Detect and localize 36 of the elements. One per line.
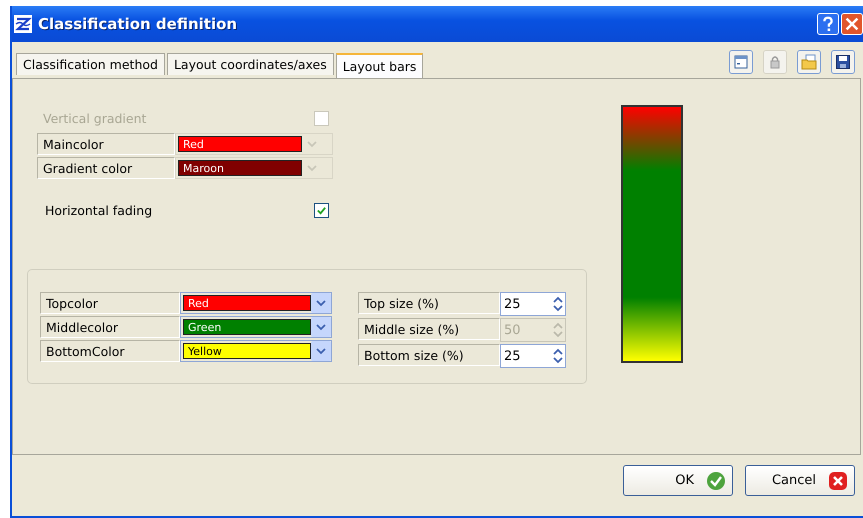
spin-arrows-icon[interactable] (553, 296, 563, 312)
check-icon (316, 204, 327, 216)
property-label: Maincolor (37, 133, 175, 155)
color-dropdown[interactable]: Green (180, 316, 332, 338)
close-icon (828, 470, 848, 490)
color-swatch: Yellow (183, 343, 311, 359)
save-icon[interactable] (831, 50, 855, 74)
window-icon[interactable] (729, 50, 753, 74)
app-icon (14, 15, 32, 33)
color-dropdown[interactable]: Yellow (180, 340, 332, 362)
checkbox-label: Horizontal fading (45, 202, 152, 218)
tab[interactable]: Layout bars (336, 53, 424, 78)
color-swatch: Green (183, 319, 311, 335)
property-label: Topcolor (40, 292, 180, 314)
property-label: BottomColor (40, 340, 180, 362)
property-label: Middlecolor (40, 316, 180, 338)
check-circle-icon (706, 470, 726, 490)
cancel-button[interactable]: Cancel (745, 465, 855, 496)
spin-field[interactable]: 25 (500, 292, 566, 316)
window-title: Classification definition (38, 15, 238, 33)
color-swatch: Maroon (178, 160, 302, 176)
spin-field[interactable]: 25 (500, 344, 566, 368)
color-swatch: Red (178, 136, 302, 152)
color-swatch: Red (183, 295, 311, 311)
tab[interactable]: Layout coordinates/axes (166, 53, 334, 75)
property-label: Gradient color (37, 157, 175, 179)
property-label: Top size (%) (358, 292, 500, 314)
checkbox[interactable] (314, 202, 329, 218)
checkbox-label: Vertical gradient (43, 110, 146, 126)
color-dropdown[interactable]: Red (180, 292, 332, 314)
tab[interactable]: Classification method (16, 53, 165, 75)
ok-button[interactable]: OK (623, 465, 733, 496)
property-label: Middle size (%) (358, 318, 500, 340)
folder-icon[interactable] (797, 50, 821, 74)
spin-arrows-icon[interactable] (553, 348, 563, 364)
property-label: Bottom size (%) (358, 344, 500, 366)
